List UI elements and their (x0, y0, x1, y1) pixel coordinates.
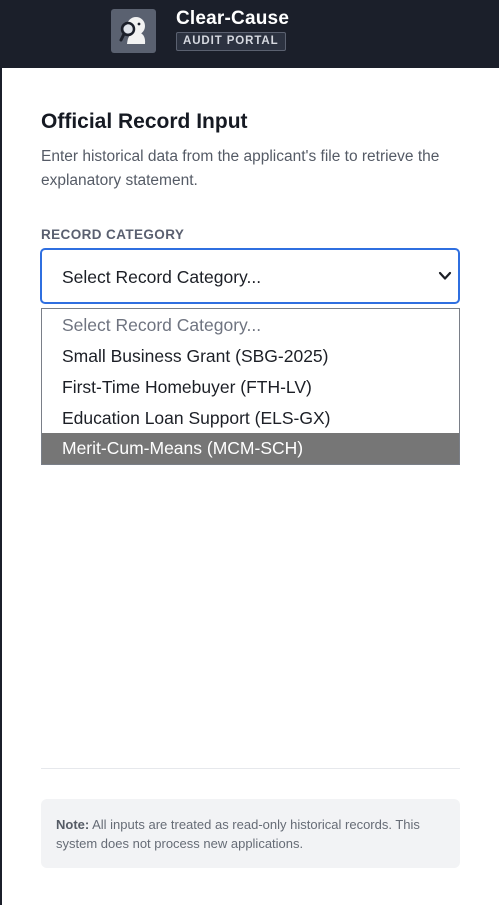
dropdown-option-els[interactable]: Education Loan Support (ELS-GX) (42, 403, 459, 434)
main-panel (0, 68, 499, 905)
page-title: Official Record Input (41, 110, 248, 133)
record-category-dropdown: Select Record Category... Small Business… (41, 308, 460, 465)
select-current-value: Select Record Category... (62, 267, 262, 287)
dropdown-option-sbg[interactable]: Small Business Grant (SBG-2025) (42, 341, 459, 372)
magnifier-figure-icon (111, 9, 156, 53)
dropdown-option-fth[interactable]: First-Time Homebuyer (FTH-LV) (42, 372, 459, 403)
dropdown-option-mcm[interactable]: Merit-Cum-Means (MCM-SCH) (42, 433, 459, 464)
note-label: Note: (56, 817, 90, 832)
note-text: All inputs are treated as read-only hist… (56, 817, 420, 851)
brand-badge: AUDIT PORTAL (176, 32, 286, 51)
note-box: Note: All inputs are treated as read-onl… (41, 799, 460, 868)
dropdown-option-placeholder[interactable]: Select Record Category... (42, 310, 459, 341)
top-bar: Clear-Cause AUDIT PORTAL (0, 0, 499, 68)
record-category-select[interactable]: Select Record Category... (40, 248, 460, 304)
section-divider (41, 768, 460, 769)
chevron-down-icon (438, 271, 452, 280)
page-description: Enter historical data from the applicant… (41, 148, 440, 189)
record-category-label: RECORD CATEGORY (41, 227, 185, 242)
brand-title: Clear-Cause (176, 8, 290, 29)
